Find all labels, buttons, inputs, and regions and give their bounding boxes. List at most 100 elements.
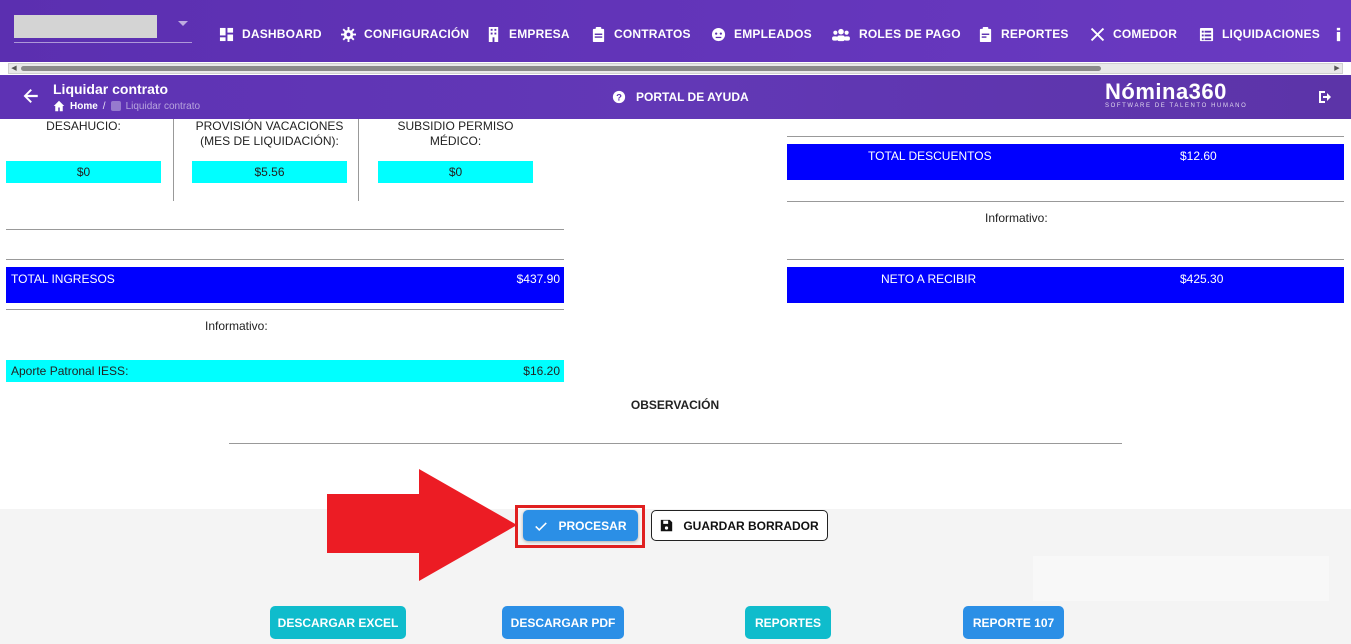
provision-label-line1: PROVISIÓN VACACIONES — [195, 119, 344, 133]
group-icon — [832, 28, 850, 41]
gear-icon — [341, 26, 356, 42]
desahucio-label: DESAHUCIO: — [46, 119, 121, 133]
provision-block: PROVISIÓN VACACIONES (MES DE LIQUIDACIÓN… — [183, 119, 356, 149]
help-portal-label: PORTAL DE AYUDA — [636, 90, 749, 104]
scroll-left-icon[interactable]: ◀ — [9, 64, 19, 73]
scrollbar-thumb[interactable] — [21, 66, 1101, 71]
desahucio-value: $0 — [6, 161, 161, 183]
breadcrumb-current: Liquidar contrato — [125, 100, 201, 112]
total-ingresos-value: $437.90 — [516, 272, 560, 286]
observacion-field-line[interactable] — [229, 443, 1122, 444]
divider — [6, 309, 564, 310]
annotation-arrow-icon — [327, 469, 517, 581]
company-select-value — [14, 15, 157, 38]
aporte-patronal-value: $16.20 — [523, 364, 560, 378]
list-icon — [1199, 27, 1214, 41]
informativo-left-label: Informativo: — [205, 319, 268, 333]
nav-contratos-label: CONTRATOS — [614, 27, 691, 41]
breadcrumb-home[interactable]: Home — [70, 101, 98, 112]
scroll-right-icon[interactable]: ▶ — [1332, 64, 1342, 73]
subsidio-block: SUBSIDIO PERMISO MÉDICO: — [370, 119, 541, 149]
nav-dashboard-label: DASHBOARD — [242, 27, 322, 41]
nav-contratos[interactable]: CONTRATOS — [591, 24, 691, 44]
nav-scrollbar[interactable]: ◀ ▶ — [8, 63, 1343, 74]
divider — [6, 229, 564, 230]
logo-text: Nómina360 — [1105, 79, 1227, 104]
page-header: Liquidar contrato Home / Liquidar contra… — [0, 75, 1351, 119]
nav-empresa[interactable]: EMPRESA — [486, 24, 570, 44]
procesar-button[interactable]: PROCESAR — [523, 510, 638, 541]
neto-a-recibir-label: NETO A RECIBIR — [881, 272, 977, 286]
home-icon — [53, 100, 65, 112]
observacion-heading: OBSERVACIÓN — [630, 398, 720, 412]
total-ingresos-bar: TOTAL INGRESOS $437.90 — [6, 267, 564, 303]
subsidio-label-line1: SUBSIDIO PERMISO — [397, 119, 514, 133]
nav-comedor-label: COMEDOR — [1113, 27, 1178, 41]
total-descuentos-bar: TOTAL DESCUENTOS $12.60 — [787, 144, 1344, 180]
desahucio-block: DESAHUCIO: — [6, 119, 161, 134]
nav-configuracion-label: CONFIGURACIÓN — [364, 27, 470, 41]
clipboard-icon — [592, 26, 605, 42]
descargar-excel-button[interactable]: DESCARGAR EXCEL — [270, 606, 406, 639]
nav-roles-de-pago[interactable]: ROLES DE PAGO — [831, 24, 961, 44]
save-icon — [661, 519, 673, 532]
nav-empleados[interactable]: EMPLEADOS — [711, 24, 812, 44]
help-icon: ? — [612, 90, 626, 104]
reportes-button[interactable]: REPORTES — [745, 606, 831, 639]
chevron-down-icon — [178, 21, 188, 26]
reporte-107-button[interactable]: REPORTE 107 — [963, 606, 1064, 639]
nav-reportes[interactable]: REPORTES — [978, 24, 1069, 44]
divider — [787, 259, 1344, 260]
nav-reportes-label: REPORTES — [1001, 27, 1069, 41]
divider — [6, 259, 564, 260]
column-divider — [358, 119, 359, 201]
company-select[interactable] — [14, 15, 192, 43]
breadcrumb: Home / Liquidar contrato — [53, 100, 200, 112]
descargar-pdf-button[interactable]: DESCARGAR PDF — [502, 606, 624, 639]
svg-text:?: ? — [616, 93, 622, 104]
subsidio-label-line2: MÉDICO: — [429, 134, 482, 148]
provision-value: $5.56 — [192, 161, 347, 183]
descargar-excel-label: DESCARGAR EXCEL — [277, 615, 399, 630]
total-ingresos-label: TOTAL INGRESOS — [11, 272, 115, 286]
building-icon — [488, 26, 499, 42]
utensils-icon — [1090, 27, 1105, 41]
breadcrumb-separator: / — [102, 100, 106, 112]
report-icon — [979, 26, 992, 42]
divider — [787, 201, 1344, 202]
settlement-content: DESAHUCIO: $0 PROVISIÓN VACACIONES (MES … — [0, 119, 1351, 509]
logo: Nómina360 SOFTWARE DE TALENTO HUMANO — [1105, 79, 1255, 109]
nav-empresa-label: EMPRESA — [509, 27, 570, 41]
nav-liquidaciones-label: LIQUIDACIONES — [1222, 27, 1320, 41]
subsidio-value: $0 — [378, 161, 533, 183]
nav-empleados-label: EMPLEADOS — [734, 27, 812, 41]
page-title: Liquidar contrato — [53, 81, 169, 97]
nav-roles-de-pago-label: ROLES DE PAGO — [859, 27, 961, 41]
informativo-right-label: Informativo: — [985, 211, 1048, 225]
face-icon — [711, 27, 726, 41]
nav-comedor[interactable]: COMEDOR — [1090, 24, 1177, 44]
back-arrow-icon[interactable] — [22, 87, 40, 105]
reportes-label: REPORTES — [754, 615, 821, 630]
dashboard-icon — [219, 27, 234, 41]
provision-label-line2: (MES DE LIQUIDACIÓN): — [200, 134, 339, 148]
info-icon — [1336, 27, 1341, 41]
check-icon — [535, 521, 548, 531]
logout-icon[interactable] — [1317, 89, 1333, 105]
aporte-patronal-label: Aporte Patronal IESS: — [11, 364, 129, 378]
procesar-label: PROCESAR — [558, 518, 627, 533]
help-portal-link[interactable]: ? PORTAL DE AYUDA — [612, 90, 749, 104]
nav-more[interactable] — [1336, 24, 1341, 44]
descargar-pdf-label: DESCARGAR PDF — [510, 615, 616, 630]
nav-dashboard[interactable]: DASHBOARD — [219, 24, 322, 44]
reporte-107-label: REPORTE 107 — [972, 615, 1055, 630]
divider — [787, 136, 1344, 137]
actions-area: PROCESAR GUARDAR BORRADOR DESCARGAR EXCE… — [0, 505, 1351, 644]
nav-liquidaciones[interactable]: LIQUIDACIONES — [1199, 24, 1320, 44]
total-descuentos-value: $12.60 — [1180, 149, 1217, 163]
guardar-borrador-button[interactable]: GUARDAR BORRADOR — [651, 510, 828, 541]
logo-tagline: SOFTWARE DE TALENTO HUMANO — [1105, 103, 1248, 109]
nav-configuracion[interactable]: CONFIGURACIÓN — [341, 24, 469, 44]
neto-a-recibir-bar: NETO A RECIBIR $425.30 — [787, 267, 1344, 303]
neto-a-recibir-value: $425.30 — [1180, 272, 1224, 286]
